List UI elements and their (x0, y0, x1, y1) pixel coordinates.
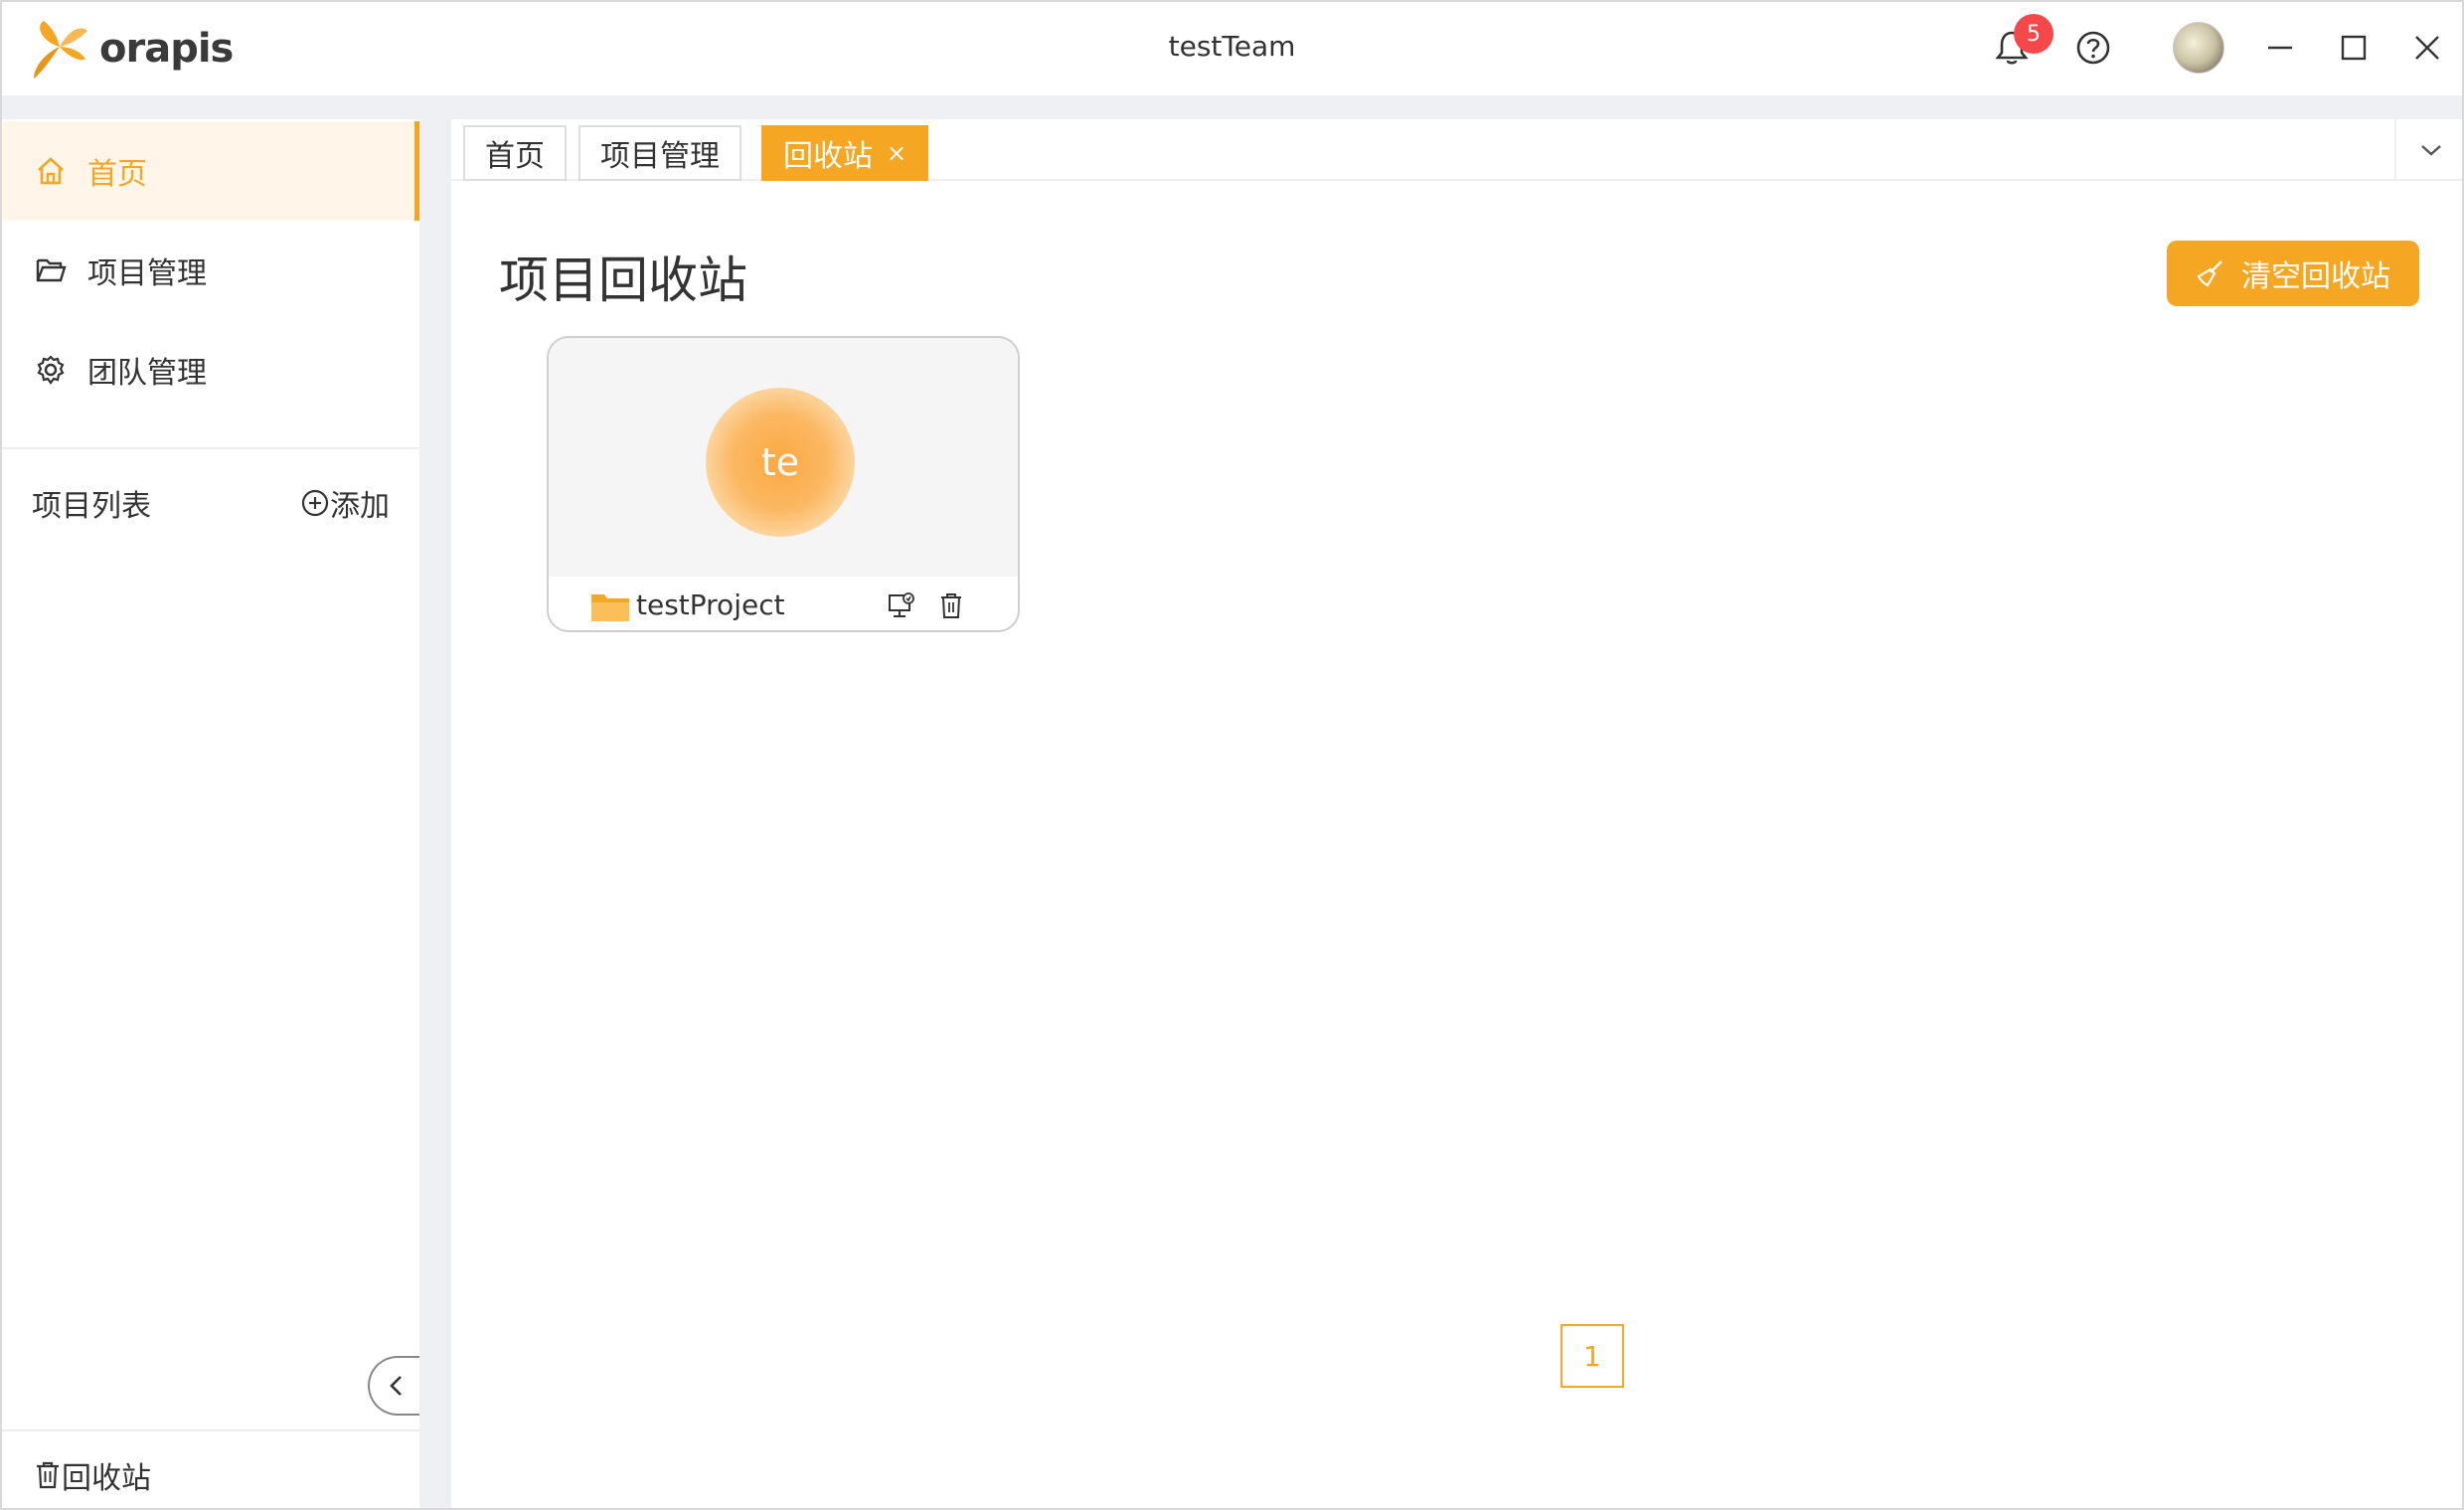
help-button[interactable] (2069, 24, 2117, 72)
collapse-sidebar-button[interactable] (368, 1356, 423, 1416)
clear-recycle-bin-button[interactable]: 清空回收站 (2167, 241, 2419, 306)
tabs-bar: 首页 项目管理 回收站 × (451, 119, 2462, 181)
sidebar-gutter (419, 95, 451, 1508)
sidebar-recycle-bin[interactable]: 回收站 (34, 1453, 151, 1497)
add-project-button[interactable]: 添加 (300, 481, 390, 525)
tab-close-icon[interactable]: × (887, 139, 906, 167)
main-content: 首页 项目管理 回收站 × 项目回收站 清空回收站 te testProject… (451, 119, 2462, 1508)
maximize-button[interactable] (2330, 24, 2378, 72)
restore-project-button[interactable] (887, 590, 916, 620)
delete-project-button[interactable] (936, 590, 966, 620)
sidebar-item-projects[interactable]: 项目管理 (2, 221, 419, 320)
plus-circle-icon (301, 489, 329, 517)
sidebar-bottom-divider (2, 1429, 419, 1431)
project-card-cover: te (549, 338, 1018, 577)
home-icon (34, 154, 68, 188)
project-name: testProject (636, 588, 785, 621)
sidebar-item-home[interactable]: 首页 (2, 121, 419, 221)
title-bar: orapis testTeam 5 (2, 2, 2462, 95)
chevron-left-icon (390, 1376, 402, 1396)
user-avatar[interactable] (2173, 22, 2224, 74)
project-avatar: te (706, 388, 855, 537)
project-card-footer: testProject (549, 577, 1018, 630)
maximize-icon (2341, 35, 2367, 61)
sidebar-item-label: 项目管理 (87, 256, 207, 291)
notification-badge: 5 (2014, 14, 2053, 54)
restore-icon (889, 592, 914, 617)
pagination-page-button[interactable]: 1 (1561, 1324, 1624, 1388)
sidebar-item-team[interactable]: 团队管理 (2, 320, 419, 419)
recycle-bin-label: 回收站 (62, 1461, 151, 1496)
tab-home[interactable]: 首页 (463, 125, 567, 181)
add-label: 添加 (330, 489, 390, 524)
folder-open-icon (34, 253, 68, 287)
project-list-heading: 项目列表 (32, 489, 151, 524)
minimize-button[interactable] (2256, 24, 2304, 72)
minimize-icon (2268, 46, 2292, 50)
page-title: 项目回收站 (499, 252, 747, 309)
folder-icon (590, 590, 630, 626)
tab-recycle-bin[interactable]: 回收站 × (761, 125, 929, 181)
close-window-button[interactable] (2403, 24, 2451, 72)
tabs-dropdown-button[interactable] (2394, 119, 2462, 181)
gear-icon (34, 353, 68, 387)
app-window: orapis testTeam 5 首页 项目管理 团队管理 项目列表 添加 回… (0, 0, 2464, 1510)
help-icon (2076, 31, 2110, 65)
sidebar-divider (2, 447, 419, 449)
tab-label: 回收站 (783, 139, 873, 174)
project-card[interactable]: te testProject (547, 336, 1020, 632)
broom-icon (2196, 258, 2225, 288)
chevron-down-icon (2421, 145, 2441, 156)
tab-projects[interactable]: 项目管理 (578, 125, 741, 181)
sidebar: 首页 项目管理 团队管理 项目列表 添加 回收站 (2, 119, 423, 1508)
tab-label: 首页 (485, 139, 545, 174)
header-separator (2, 95, 2462, 119)
sidebar-item-label: 团队管理 (87, 356, 207, 391)
sidebar-item-label: 首页 (87, 157, 147, 192)
trash-icon (941, 593, 961, 618)
trash-icon (37, 1461, 59, 1489)
close-icon (2415, 36, 2439, 60)
tab-label: 项目管理 (600, 139, 720, 174)
clear-button-label: 清空回收站 (2241, 259, 2390, 294)
